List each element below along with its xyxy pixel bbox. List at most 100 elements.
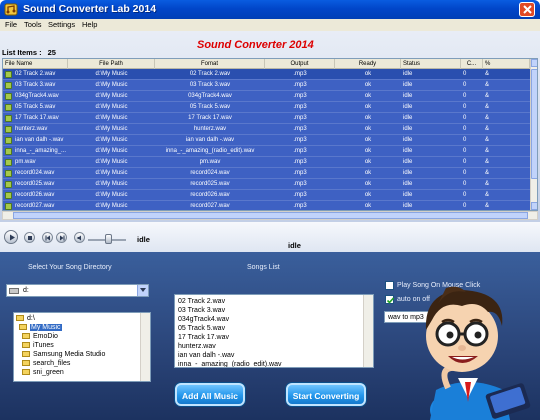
cell-pct: & (485, 192, 490, 198)
cell-format: ian van dalh -.wav (185, 137, 235, 143)
dir-item-root[interactable]: d:\ (16, 314, 141, 323)
cell-format: 17 Track 17.wav (188, 115, 232, 121)
songs-list[interactable]: 02 Track 2.wav 03 Track 3.wav 034gTrack4… (174, 294, 374, 368)
table-row[interactable]: 034gTrack4.wav d:\My Music 034gTrack4.wav.… (3, 91, 530, 102)
dir-item-itunes[interactable]: iTunes (22, 341, 147, 350)
table-row[interactable]: record027.wav d:\My Music record027.wav .mp… (3, 201, 530, 210)
cell-output: .mp3 (293, 203, 307, 209)
table-row[interactable]: inna_-_amazing_... d:\My Music inna_-_amaz… (3, 146, 530, 157)
audio-file-icon (5, 115, 12, 122)
table-row[interactable]: 03 Track 3.wav d:\My Music 03 Track 3.wav.… (3, 80, 530, 91)
table-row[interactable]: ian van dalh -.wav d:\My Music ian van dal… (3, 135, 530, 146)
songs-list-label: Songs List (247, 264, 280, 271)
directory-list[interactable]: d:\ My Music EmoDio iTunes Samsung Media… (13, 312, 151, 382)
cell-pct: & (485, 159, 490, 165)
volume-slider-handle[interactable] (105, 234, 112, 244)
cell-ready: ok (364, 115, 372, 121)
add-all-music-button[interactable]: Add All Music (175, 383, 245, 406)
cell-output: .mp3 (293, 170, 307, 176)
menu-settings[interactable]: Settings (48, 20, 75, 29)
column-file-path[interactable]: File Path (68, 59, 155, 69)
cell-format: inna_-_amazing_(radio_edit).wav (165, 148, 255, 154)
list-item[interactable]: 034gTrack4.wav (178, 315, 229, 324)
cell-status: idle (403, 181, 413, 187)
table-row[interactable]: record026.wav d:\My Music record026.wav .mp… (3, 190, 530, 201)
songs-list-scrollbar[interactable] (363, 295, 373, 367)
list-item[interactable]: 05 Track 5.wav (178, 324, 225, 333)
list-item[interactable]: 03 Track 3.wav (178, 306, 225, 315)
table-horizontal-scrollbar[interactable] (2, 211, 538, 220)
cell-file-name: 03 Track 3.wav (15, 82, 56, 88)
cell-file-name: record026.wav (15, 192, 55, 198)
cell-format: record024.wav (190, 170, 230, 176)
auto-on-checkbox[interactable] (385, 295, 395, 304)
table-row[interactable]: 02 Track 2.wav d:\My Music 02 Track 2.wav.… (3, 69, 530, 80)
play-button[interactable] (4, 230, 18, 244)
folder-icon (22, 369, 30, 375)
table-row[interactable]: 05 Track 5.wav d:\My Music 05 Track 5.wav.… (3, 102, 530, 113)
column-format[interactable]: Fomat (155, 59, 265, 69)
list-item[interactable]: hunterz.wav (178, 342, 216, 351)
audio-file-icon (5, 203, 12, 210)
column-percent[interactable]: % (483, 59, 530, 69)
table-rows: 02 Track 2.wav d:\My Music 02 Track 2.wav.… (3, 69, 530, 210)
list-item[interactable]: 02 Track 2.wav (178, 297, 225, 306)
cell-ready: ok (364, 159, 372, 165)
table-row[interactable]: hunterz.wav d:\My Music hunterz.wav .mp3 ok i… (3, 124, 530, 135)
table-row[interactable]: pm.wav d:\My Music pm.wav .mp3 ok idle 0 & (3, 157, 530, 168)
drive-select-value: d: (23, 287, 29, 294)
list-item[interactable]: 17 Track 17.wav (178, 333, 229, 342)
dir-item-search-files[interactable]: search_files (22, 359, 147, 368)
dir-item-samsung[interactable]: Samsung Media Studio (22, 350, 147, 359)
start-converting-button[interactable]: Start Converting (286, 383, 366, 406)
cell-ready: ok (364, 126, 372, 132)
folder-icon (22, 333, 30, 339)
cell-status: idle (403, 126, 413, 132)
column-ready[interactable]: Ready (335, 59, 401, 69)
scroll-down-arrow-icon[interactable] (531, 202, 537, 210)
menu-file[interactable]: File (5, 20, 17, 29)
dir-item-sni-green[interactable]: sni_green (22, 368, 147, 377)
table-row[interactable]: record025.wav d:\My Music record025.wav .mp… (3, 179, 530, 190)
cell-format: record026.wav (190, 192, 230, 198)
folder-icon (22, 351, 30, 357)
dir-item-my-music[interactable]: My Music (19, 323, 144, 332)
audio-file-icon (5, 181, 12, 188)
playback-status: idle (137, 235, 150, 244)
column-status[interactable]: Status (401, 59, 461, 69)
play-on-click-checkbox[interactable] (385, 281, 394, 290)
previous-button[interactable] (42, 232, 53, 243)
drive-dropdown-button[interactable] (137, 285, 148, 296)
stop-button[interactable] (24, 232, 35, 243)
mute-button[interactable] (74, 232, 85, 243)
menu-tools[interactable]: Tools (24, 20, 42, 29)
next-button[interactable] (56, 232, 67, 243)
table-row[interactable]: record024.wav d:\My Music record024.wav .mp… (3, 168, 530, 179)
horizontal-scrollbar-thumb[interactable] (13, 212, 528, 219)
cell-ready: ok (364, 148, 372, 154)
cell-ready: ok (364, 137, 372, 143)
column-output[interactable]: Output (265, 59, 335, 69)
column-c[interactable]: C... (461, 59, 483, 69)
cell-path: d:\My Music (95, 159, 128, 165)
cell-output: .mp3 (293, 148, 307, 154)
cell-path: d:\My Music (95, 181, 128, 187)
drive-select[interactable]: d: (6, 284, 149, 297)
table-vertical-scrollbar[interactable] (530, 59, 537, 210)
list-item[interactable]: inna_-_amazing_(radio_edit).wav (178, 360, 282, 367)
cell-ready: ok (364, 82, 372, 88)
menu-help[interactable]: Help (82, 20, 97, 29)
cell-c: 0 (463, 181, 467, 187)
close-button[interactable] (519, 2, 535, 17)
cell-pct: & (485, 82, 490, 88)
table-row[interactable]: 17 Track 17.wav d:\My Music 17 Track 17.wa… (3, 113, 530, 124)
scroll-up-arrow-icon[interactable] (531, 59, 537, 67)
cell-output: .mp3 (293, 115, 307, 121)
cell-pct: & (485, 126, 490, 132)
column-file-name[interactable]: File Name (3, 59, 68, 69)
list-item[interactable]: ian van dalh -.wav (178, 351, 234, 360)
cell-ready: ok (364, 104, 372, 110)
scrollbar-thumb[interactable] (531, 69, 537, 179)
directory-scrollbar[interactable] (140, 313, 150, 381)
dir-item-emodio[interactable]: EmoDio (22, 332, 147, 341)
